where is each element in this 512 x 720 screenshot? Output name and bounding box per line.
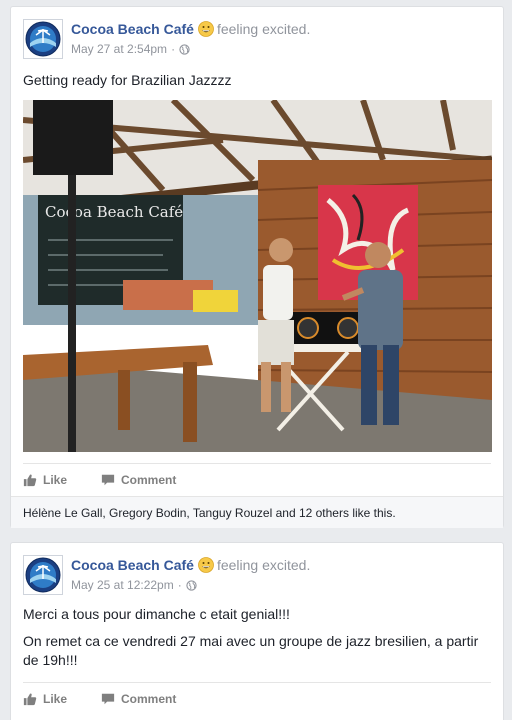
globe-icon[interactable] [179,43,190,55]
post-text-line: Merci a tous pour dimanche c etait genia… [23,606,290,622]
author-line: Cocoa Beach Café feeling excited. [71,21,310,37]
comment-bubble-icon [101,693,115,704]
grinning-emoji-icon [198,557,214,573]
post-actions: Like Comment [23,682,491,714]
post-actions: Like Comment [23,463,491,495]
likes-summary[interactable]: Hélène Le Gall, Gregory Bodin, Tanguy Ro… [11,496,503,528]
post-card: Cocoa Beach Café feeling excited. May 25… [10,542,504,720]
post-meta: May 25 at 12:22pm · [71,578,197,592]
post-header: Cocoa Beach Café feeling excited. May 25… [11,543,503,605]
cocoa-beach-logo-icon [25,21,61,57]
post-text: Merci a tous pour dimanche c etait genia… [11,605,503,670]
author-line: Cocoa Beach Café feeling excited. [71,557,310,573]
post-timestamp[interactable]: May 27 at 2:54pm [71,42,167,56]
thumbs-up-icon [23,473,37,486]
comment-label: Comment [121,691,177,706]
feeling-text: feeling excited. [216,21,311,37]
post-photo[interactable]: Cocoa Beach Café [23,100,492,452]
author-name[interactable]: Cocoa Beach Café [71,557,194,573]
post-timestamp[interactable]: May 25 at 12:22pm [71,578,174,592]
chalkboard-sign-text: Cocoa Beach Café [45,203,183,221]
post-card: Cocoa Beach Café feeling excited. May 27… [10,6,504,528]
grinning-emoji-icon [198,21,214,37]
post-text-line: Getting ready for Brazilian Jazzzz [23,72,232,88]
post-header: Cocoa Beach Café feeling excited. May 27… [11,7,503,69]
meta-separator: · [171,42,176,56]
like-label: Like [43,472,68,487]
likes-summary-text: Hélène Le Gall, Gregory Bodin, Tanguy Ro… [23,506,396,520]
cocoa-beach-logo-icon [25,557,61,593]
post-text: Getting ready for Brazilian Jazzzz [11,71,503,101]
feeling-text: feeling excited. [216,557,311,573]
post-text-line: On remet ca ce vendredi 27 mai avec un g… [23,633,479,668]
comment-button[interactable]: Comment [101,473,176,487]
author-name[interactable]: Cocoa Beach Café [71,21,194,37]
post-meta: May 27 at 2:54pm · [71,42,190,56]
comment-bubble-icon [101,474,115,485]
comment-button[interactable]: Comment [101,692,176,706]
meta-separator: · [177,578,182,592]
like-button[interactable]: Like [23,473,67,487]
globe-icon[interactable] [186,579,197,591]
like-button[interactable]: Like [23,692,67,706]
like-label: Like [43,691,68,706]
comment-label: Comment [121,472,177,487]
thumbs-up-icon [23,692,37,705]
page-avatar[interactable] [23,19,63,59]
page-avatar[interactable] [23,555,63,595]
